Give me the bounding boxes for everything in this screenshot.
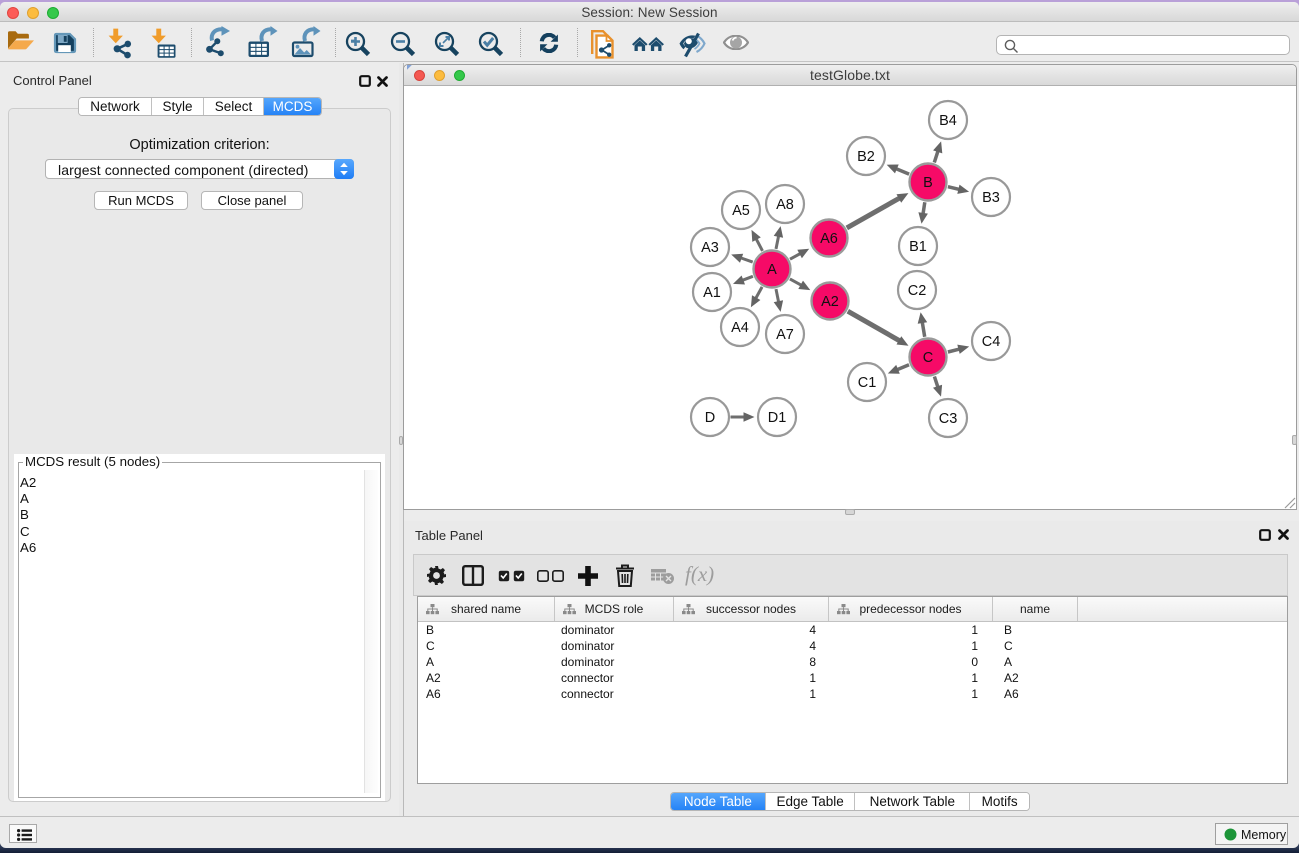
svg-text:C1: C1 — [858, 375, 877, 391]
svg-text:D1: D1 — [768, 410, 787, 426]
svg-text:B: B — [923, 175, 933, 191]
svg-text:A2: A2 — [821, 294, 839, 310]
svg-text:B1: B1 — [909, 239, 927, 255]
svg-text:D: D — [705, 410, 715, 426]
svg-text:B4: B4 — [939, 113, 957, 129]
svg-text:A: A — [767, 262, 777, 278]
svg-text:C3: C3 — [939, 411, 958, 427]
svg-text:C2: C2 — [908, 283, 927, 299]
svg-text:A4: A4 — [731, 320, 749, 336]
svg-text:B3: B3 — [982, 190, 1000, 206]
svg-text:C: C — [923, 350, 933, 366]
svg-text:B2: B2 — [857, 149, 875, 165]
svg-text:A1: A1 — [703, 285, 721, 301]
svg-text:A6: A6 — [820, 231, 838, 247]
svg-text:A8: A8 — [776, 197, 794, 213]
svg-text:A7: A7 — [776, 327, 794, 343]
svg-text:A3: A3 — [701, 240, 719, 256]
svg-text:A5: A5 — [732, 203, 750, 219]
svg-text:C4: C4 — [982, 334, 1001, 350]
